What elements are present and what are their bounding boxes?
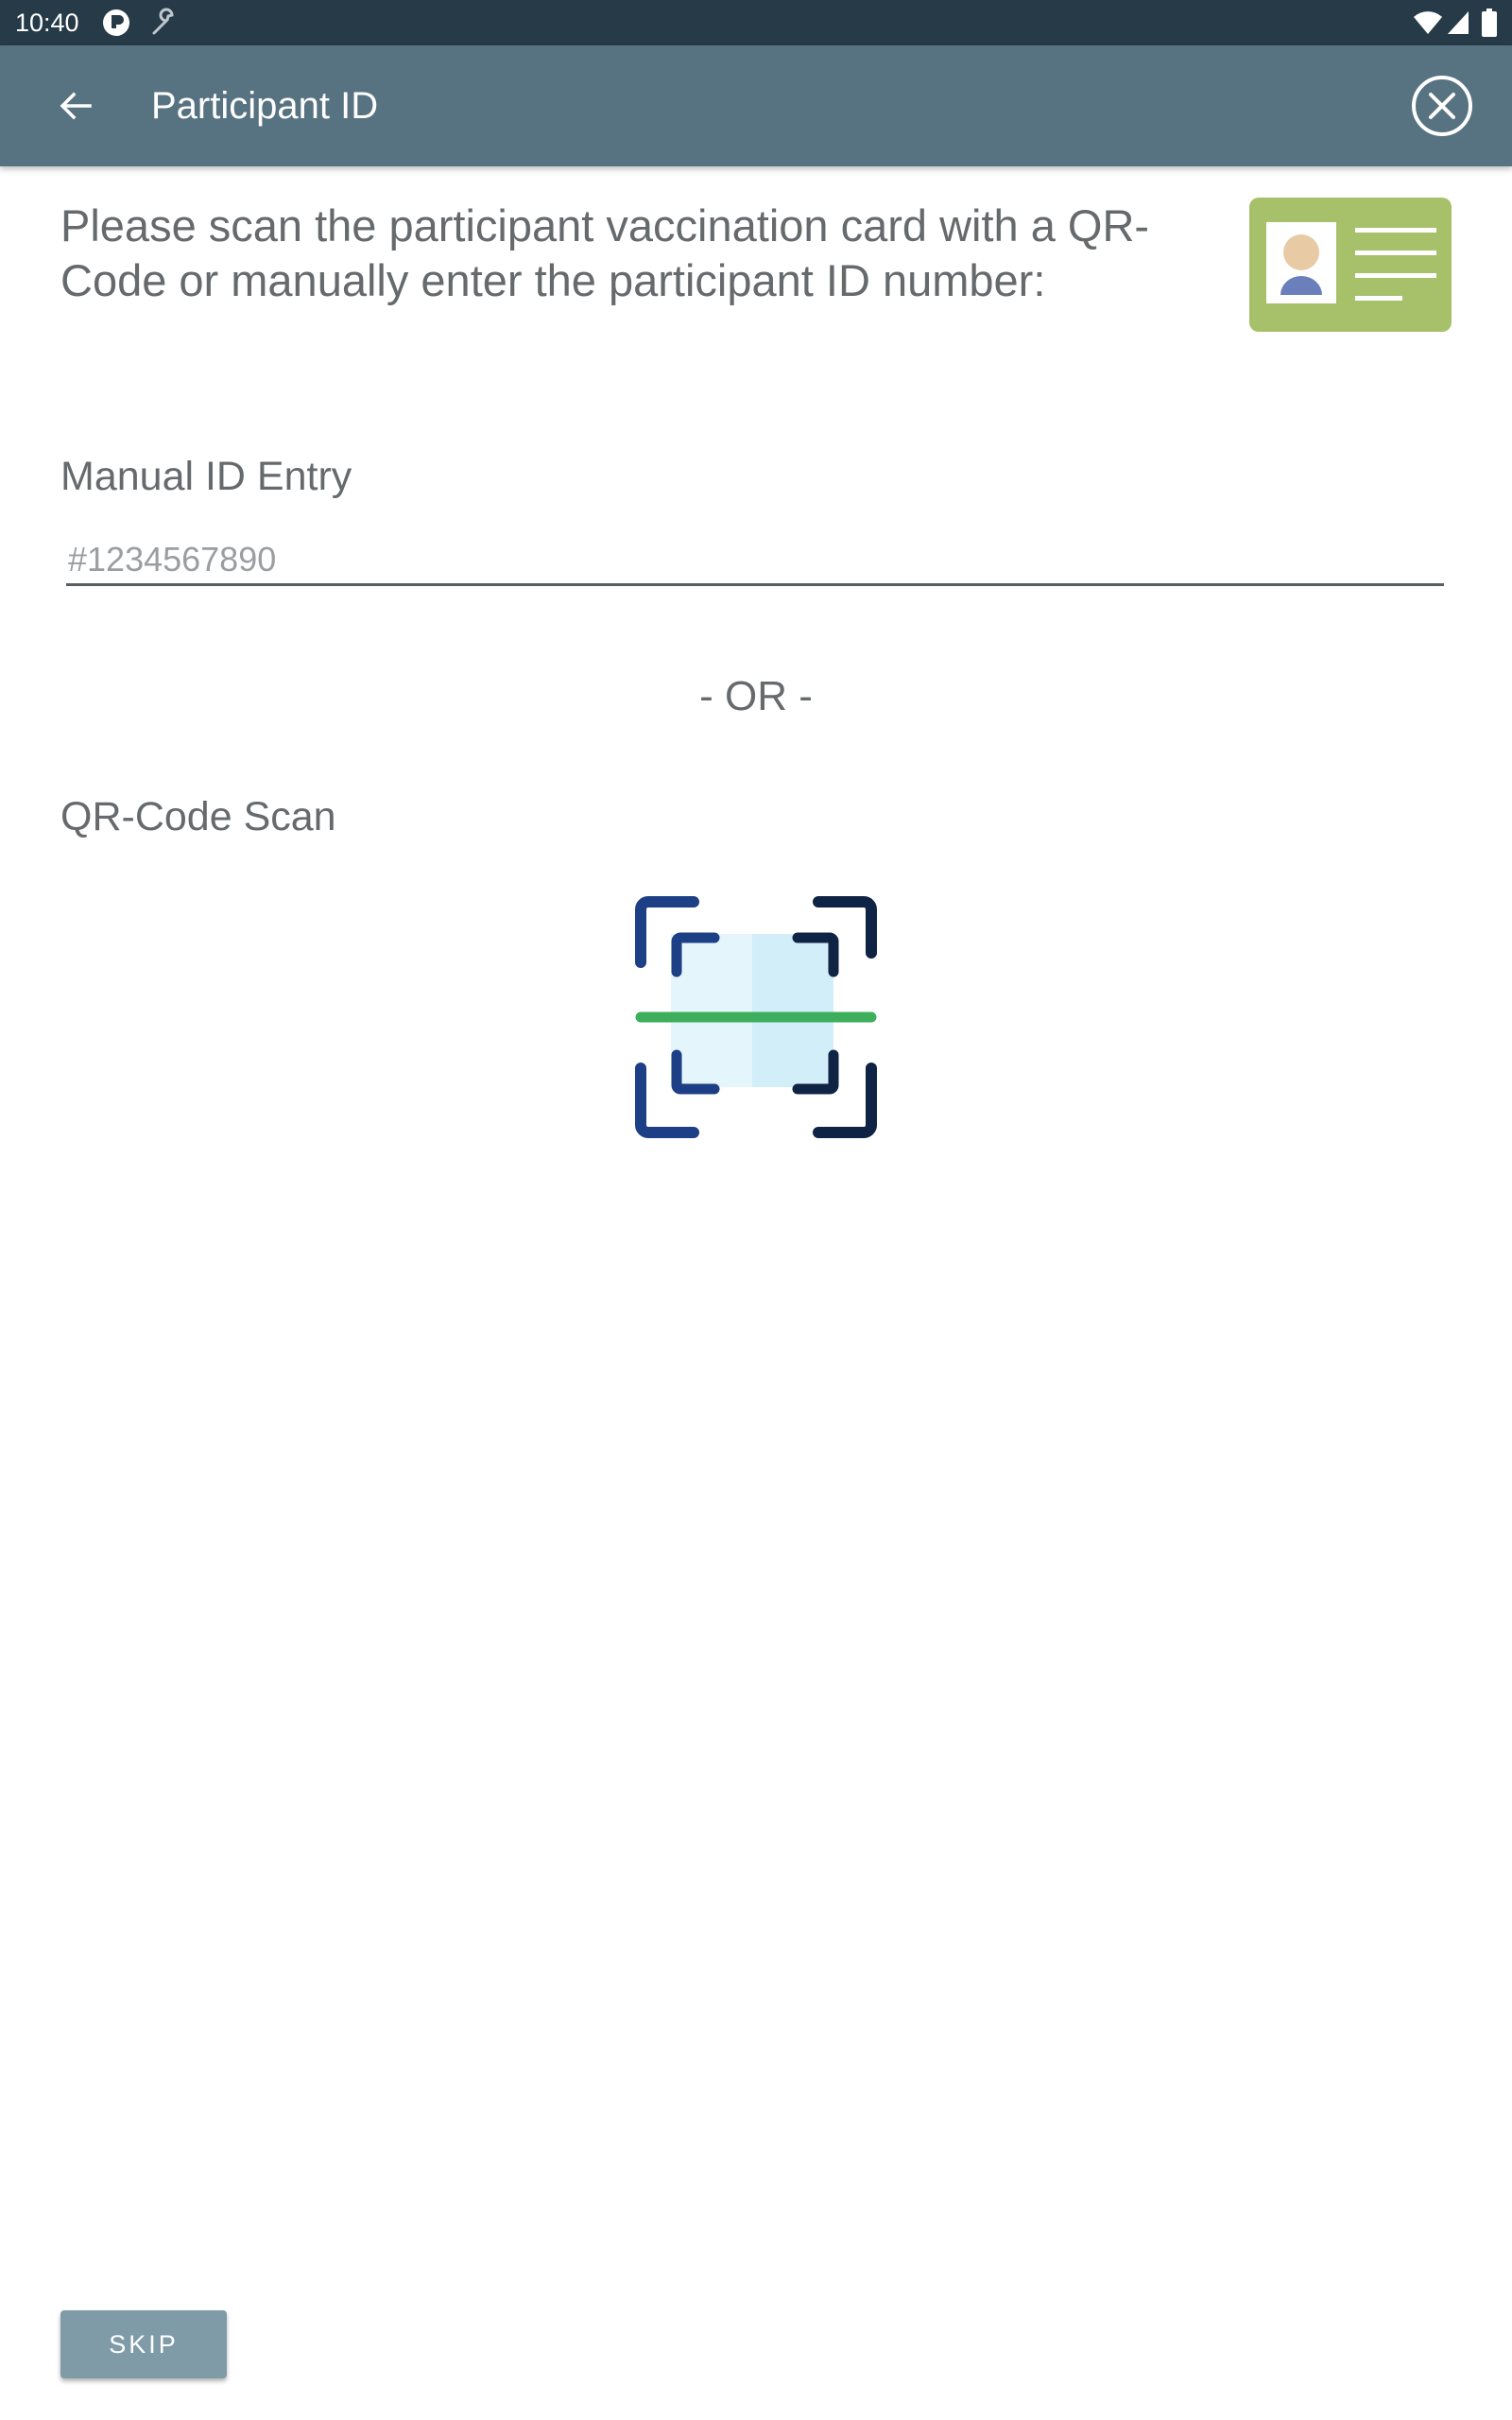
arrow-back-icon (60, 92, 92, 120)
wrench-icon (147, 0, 181, 45)
qr-scan-icon (635, 896, 877, 1138)
back-button[interactable] (38, 68, 113, 144)
status-time: 10:40 (15, 9, 79, 37)
qr-scan-button[interactable] (635, 896, 877, 1138)
app-bar: Participant ID (0, 45, 1512, 166)
battery-icon (1480, 0, 1499, 45)
manual-id-label: Manual ID Entry (60, 454, 352, 499)
skip-button[interactable]: SKIP (60, 2310, 227, 2378)
close-button[interactable] (1408, 72, 1476, 140)
id-card-icon (1249, 198, 1452, 332)
or-divider: - OR - (699, 673, 813, 719)
participant-id-input[interactable] (66, 535, 1444, 586)
wifi-icon (1412, 0, 1444, 45)
instructions-text: Please scan the participant vaccination … (60, 200, 1150, 305)
status-bar: 10:40 (0, 0, 1512, 45)
page-title: Participant ID (151, 85, 379, 127)
cell-signal-icon (1446, 0, 1470, 45)
notification-app-icon (100, 0, 132, 45)
qr-scan-label: QR-Code Scan (60, 794, 336, 839)
close-circle-icon (1412, 76, 1472, 136)
